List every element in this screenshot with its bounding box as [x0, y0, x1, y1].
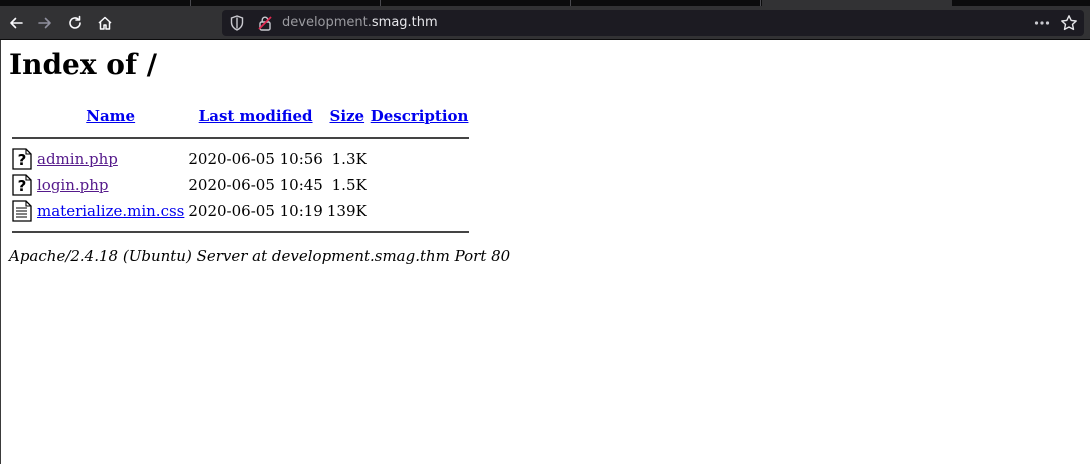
home-button[interactable]	[92, 10, 118, 36]
insecure-lock-icon[interactable]	[258, 15, 272, 31]
back-arrow-icon	[10, 17, 23, 29]
file-link[interactable]: login.php	[37, 176, 109, 194]
bookmark-star-icon[interactable]	[1060, 14, 1078, 32]
table-header-row: Name Last modified Size Description	[12, 103, 469, 129]
tracking-shield-icon[interactable]	[230, 15, 244, 31]
url-text[interactable]: development.smag.thm	[282, 15, 438, 30]
url-bar[interactable]: development.smag.thm	[222, 10, 1084, 36]
size-header: Size	[326, 103, 368, 129]
description-header: Description	[370, 103, 470, 129]
name-header: Name	[36, 103, 185, 129]
file-link[interactable]: materialize.min.css	[37, 202, 184, 220]
unknown-file-icon: ?	[12, 148, 32, 170]
table-row: ? admin.php 2020-06-05 10:56 1.3K	[12, 147, 469, 171]
forward-arrow-icon	[38, 17, 51, 29]
page-content: Index of / Name Last modified Size Descr…	[9, 40, 511, 266]
last-modified-header: Last modified	[187, 103, 323, 129]
sort-by-last-modified-link[interactable]: Last modified	[199, 107, 313, 125]
svg-text:?: ?	[18, 177, 27, 195]
window-edge	[0, 40, 1, 464]
last-modified-cell: 2020-06-05 10:19	[188, 202, 323, 220]
table-row: ? login.php 2020-06-05 10:45 1.5K	[12, 173, 469, 197]
svg-text:?: ?	[18, 151, 27, 169]
reload-icon	[69, 15, 81, 29]
url-prefix: development.	[282, 15, 372, 30]
home-icon	[98, 16, 112, 30]
description-cell	[370, 147, 470, 171]
directory-listing-table: Name Last modified Size Description ? ad…	[10, 101, 471, 241]
separator-row	[12, 225, 470, 239]
last-modified-cell: 2020-06-05 10:56	[188, 150, 323, 168]
horizontal-rule	[12, 137, 470, 139]
unknown-file-icon: ?	[12, 174, 32, 196]
forward-button[interactable]	[32, 10, 58, 36]
file-link[interactable]: admin.php	[37, 150, 118, 168]
last-modified-cell: 2020-06-05 10:45	[188, 176, 323, 194]
size-cell: 139K	[326, 202, 367, 220]
description-cell	[370, 199, 470, 223]
page-title: Index of /	[9, 48, 157, 81]
horizontal-rule	[12, 231, 470, 233]
back-button[interactable]	[3, 10, 29, 36]
server-signature: Apache/2.4.18 (Ubuntu) Server at develop…	[9, 247, 511, 265]
description-cell	[370, 173, 470, 197]
text-file-icon	[12, 200, 32, 222]
navigation-toolbar: development.smag.thm	[0, 6, 1090, 40]
page-actions-icon[interactable]	[1034, 16, 1050, 30]
size-cell: 1.5K	[331, 176, 367, 194]
sort-by-name-link[interactable]: Name	[86, 107, 135, 125]
table-row: materialize.min.css 2020-06-05 10:19 139…	[12, 199, 469, 223]
icon-header	[12, 103, 34, 129]
size-cell: 1.3K	[331, 150, 367, 168]
sort-by-description-link[interactable]: Description	[371, 107, 469, 125]
reload-button[interactable]	[62, 10, 88, 36]
sort-by-size-link[interactable]: Size	[329, 107, 364, 125]
separator-row	[12, 131, 470, 145]
url-host: smag.thm	[371, 15, 438, 30]
